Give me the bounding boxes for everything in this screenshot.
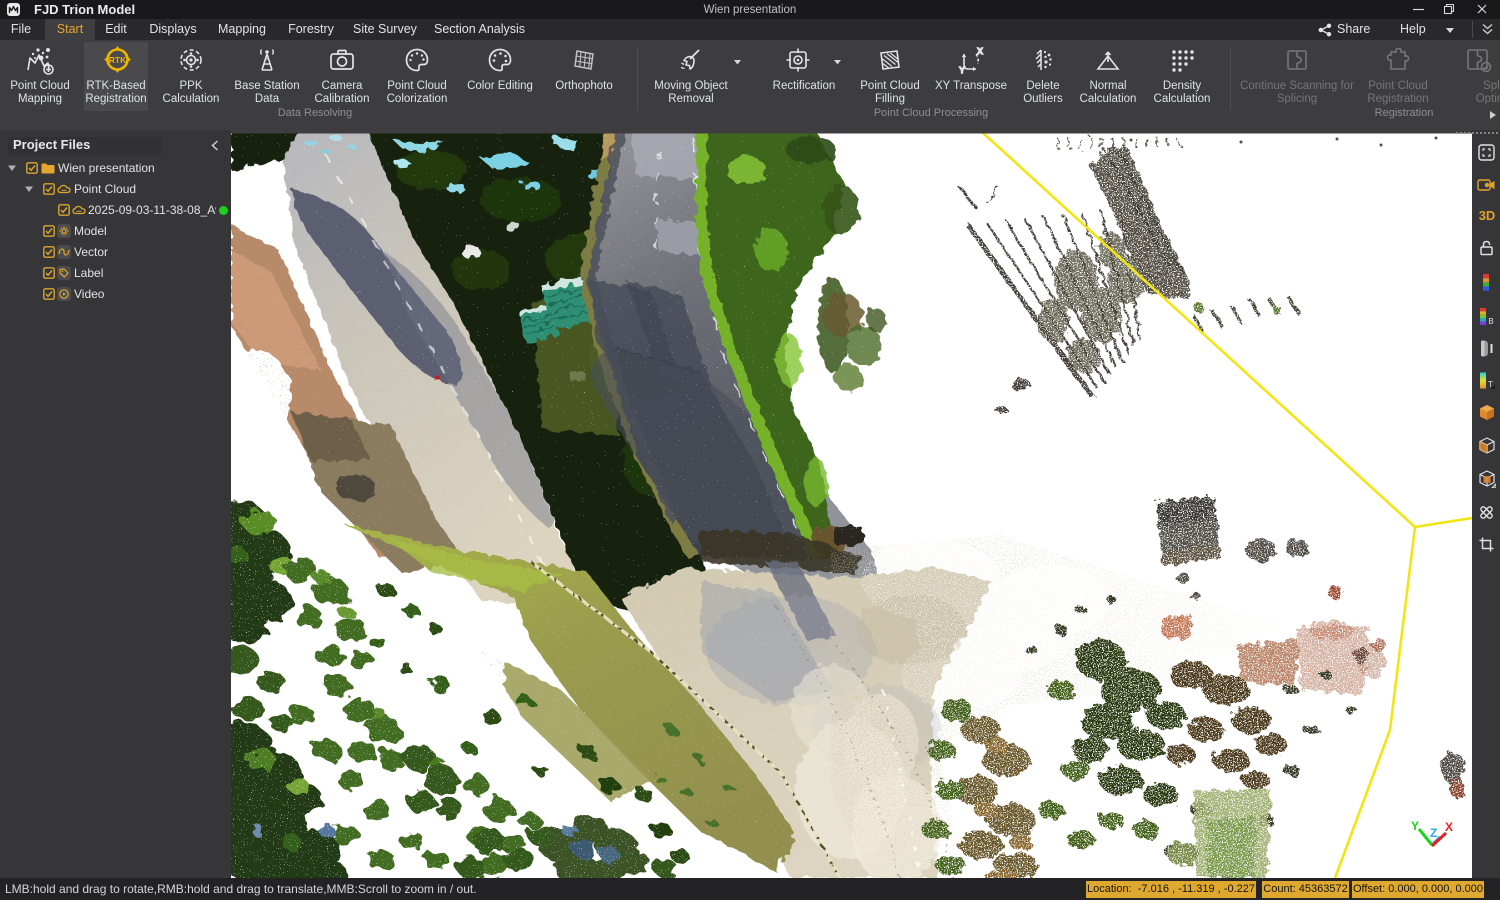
svg-text:B: B: [1488, 317, 1493, 325]
svg-text:Z: Z: [1430, 826, 1437, 840]
svg-text:X: X: [1445, 820, 1453, 834]
svg-text:RTK: RTK: [109, 55, 127, 65]
svg-text:Y: Y: [959, 66, 965, 74]
svg-text:X: X: [977, 47, 983, 56]
svg-text:A: A: [264, 54, 270, 63]
svg-text:Y: Y: [1411, 819, 1419, 833]
svg-text:T: T: [1488, 380, 1493, 389]
